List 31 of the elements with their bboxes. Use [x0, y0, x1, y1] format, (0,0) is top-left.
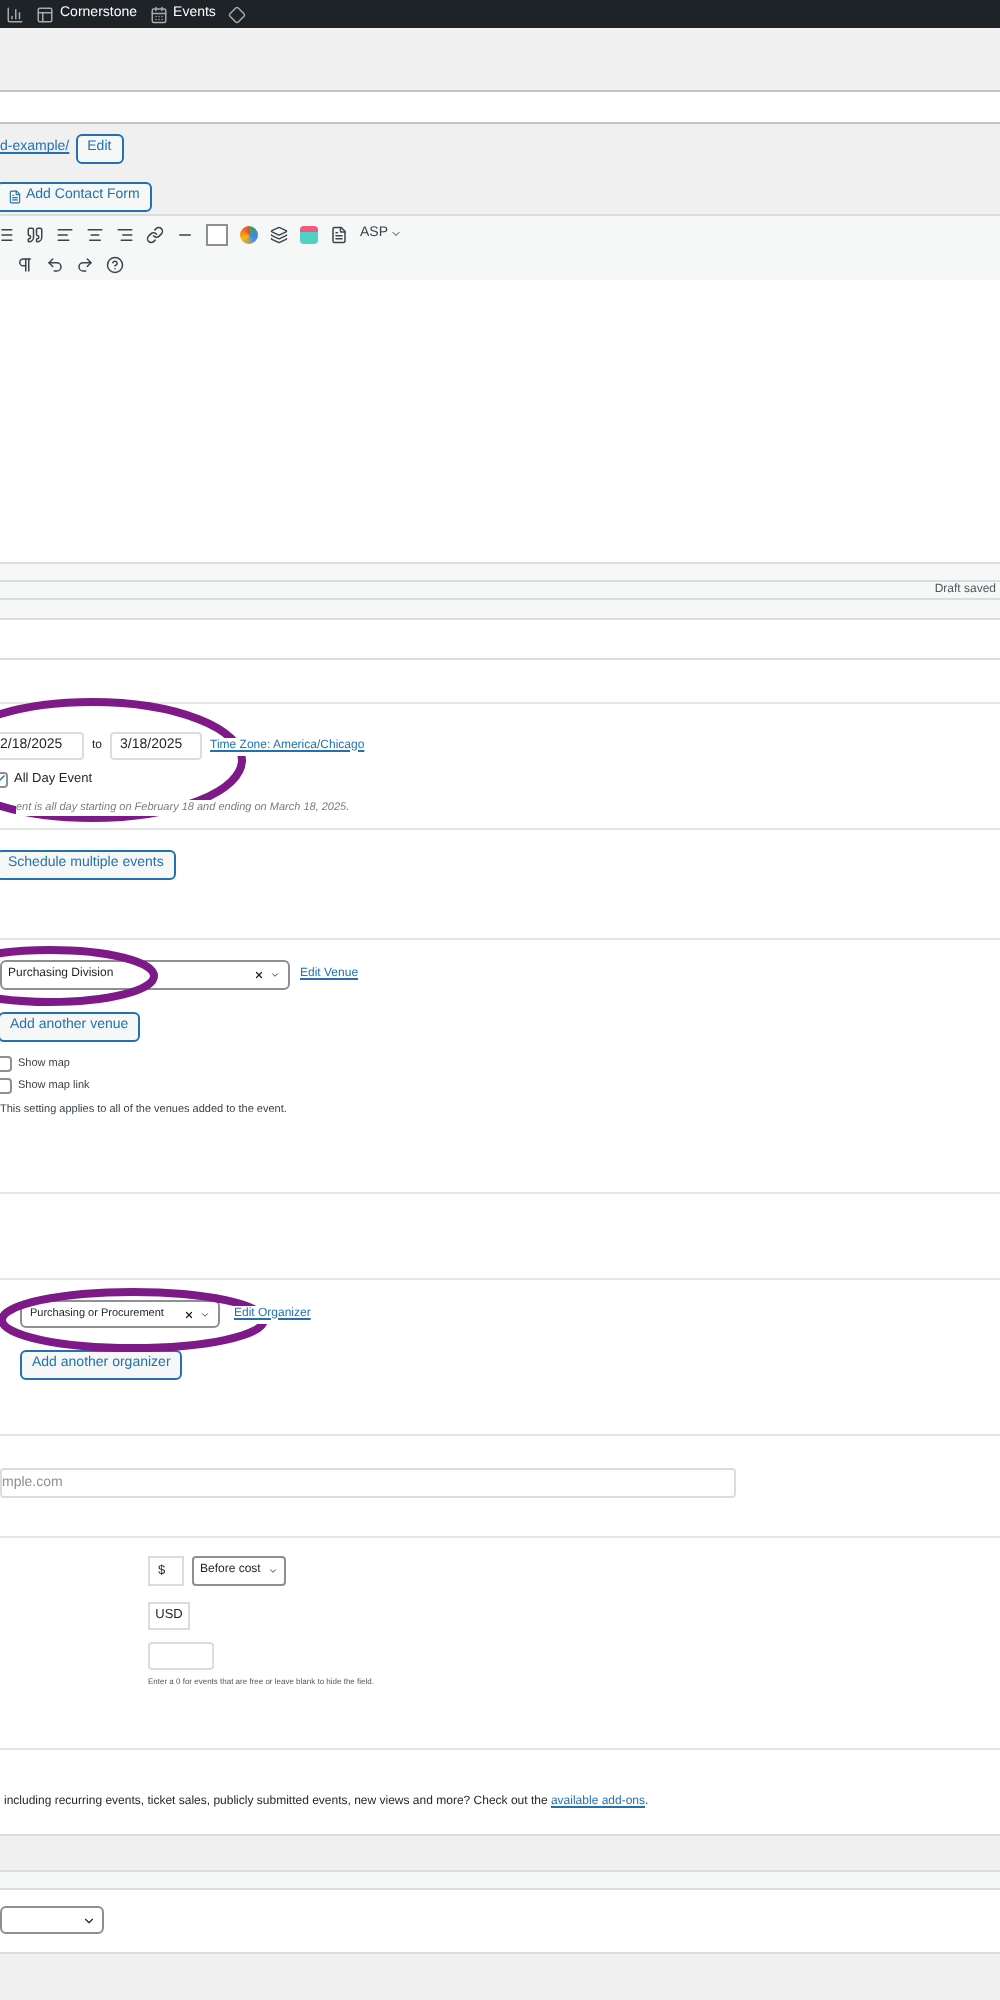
cost-field[interactable]	[148, 1642, 214, 1670]
chart-icon[interactable]	[6, 5, 24, 23]
color-swatch[interactable]	[206, 223, 228, 245]
diamond-icon[interactable]	[227, 5, 246, 23]
align-right-icon[interactable]	[116, 225, 134, 243]
layers-icon[interactable]	[270, 225, 288, 243]
caret-icon	[270, 970, 280, 980]
caret-icon	[82, 1913, 96, 1927]
clear-icon[interactable]	[184, 1309, 194, 1319]
list-icon[interactable]	[0, 225, 14, 243]
calendar-icon[interactable]	[149, 5, 168, 23]
checkbox[interactable]	[0, 1056, 12, 1073]
caret-icon	[268, 1566, 278, 1576]
layout-icon[interactable]	[36, 5, 54, 23]
select-field[interactable]	[0, 1906, 104, 1934]
caret-icon	[390, 228, 403, 240]
table-icon[interactable]	[300, 225, 318, 243]
redo-icon[interactable]	[76, 255, 94, 273]
align-left-icon[interactable]	[56, 225, 74, 243]
checkbox[interactable]	[0, 1078, 12, 1095]
undo-icon[interactable]	[46, 255, 64, 273]
quote-icon[interactable]	[26, 225, 44, 243]
help-icon[interactable]	[106, 255, 124, 273]
format-icon[interactable]	[16, 255, 34, 273]
caret-icon	[200, 1309, 210, 1319]
link-icon[interactable]	[146, 225, 164, 243]
form-icon[interactable]	[330, 225, 348, 243]
form-icon	[8, 190, 22, 204]
title-field[interactable]	[0, 90, 1000, 124]
clear-icon[interactable]	[254, 970, 264, 980]
align-center-icon[interactable]	[86, 225, 104, 243]
